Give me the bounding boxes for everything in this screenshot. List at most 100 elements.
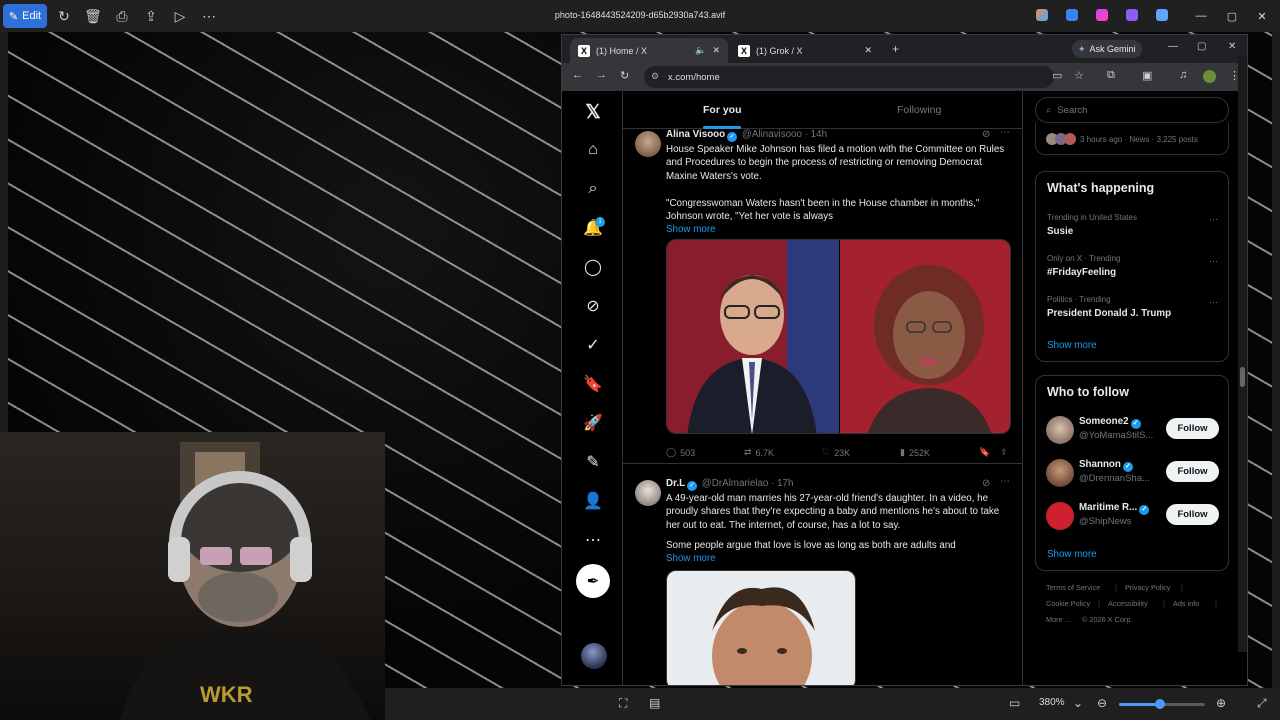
author-name[interactable]: Alina Visooo <box>666 129 725 140</box>
tweet-time[interactable]: · 17h <box>771 478 793 489</box>
zoom-in-icon[interactable]: ⊕ <box>1216 696 1226 710</box>
follow-name[interactable]: Someone2 ✓ <box>1079 416 1143 429</box>
tab-following[interactable]: Following <box>897 104 941 116</box>
app-icon[interactable] <box>1126 9 1138 21</box>
edit-button[interactable]: ✎ Edit <box>3 4 47 28</box>
post-button[interactable]: ✒ <box>576 564 610 598</box>
author-handle[interactable]: @DrAlmarielao <box>702 478 769 489</box>
author-name[interactable]: Dr.L <box>666 478 685 489</box>
like-button[interactable]: ♡ 23K <box>822 447 850 458</box>
avatar[interactable] <box>581 643 607 669</box>
address-bar[interactable]: ⚙ x.com/home <box>644 66 1054 88</box>
follow-button[interactable]: Follow <box>1166 461 1219 482</box>
search-icon[interactable]: ⌕ <box>581 177 605 201</box>
verified-icon[interactable]: ✓ <box>581 333 605 357</box>
grok-icon[interactable]: ⊘ <box>982 478 990 489</box>
messages-icon[interactable]: ◯ <box>581 255 605 279</box>
profile-avatar[interactable] <box>1203 70 1216 83</box>
site-info-icon[interactable]: ⚙ <box>651 71 659 82</box>
tweet-media[interactable] <box>666 570 856 685</box>
media-icon[interactable]: ♫ <box>1179 69 1187 81</box>
cloud-icon[interactable] <box>1156 9 1168 21</box>
views-button[interactable]: ▮ 252K <box>900 447 930 458</box>
forward-icon[interactable]: → <box>596 69 607 81</box>
footer-link[interactable]: Accessibility <box>1108 599 1148 608</box>
avatar[interactable] <box>1046 459 1074 487</box>
extensions-icon[interactable]: ⧉ <box>1107 69 1115 82</box>
cast-icon[interactable]: ▭ <box>1052 69 1062 82</box>
minimize-icon[interactable]: — <box>1168 41 1178 52</box>
maximize-icon[interactable]: ▢ <box>1197 41 1206 52</box>
aspect-icon[interactable]: ▭ <box>1009 696 1020 710</box>
app-icon[interactable] <box>1036 9 1048 21</box>
close-tab-icon[interactable]: ✕ <box>712 45 720 56</box>
tab-for-you[interactable]: For you <box>703 104 742 116</box>
app-icon[interactable] <box>1066 9 1078 21</box>
close-icon[interactable]: ✕ <box>1228 41 1236 52</box>
more-icon[interactable]: ⋯ <box>1209 256 1218 267</box>
fit-icon[interactable]: ⛶ <box>619 696 627 711</box>
footer-link[interactable]: More ... <box>1046 615 1071 624</box>
news-panel[interactable]: 3 hours ago · News · 3,225 posts <box>1035 123 1229 155</box>
footer-link[interactable]: Privacy Policy <box>1125 583 1170 592</box>
reload-icon[interactable]: ↻ <box>620 69 629 82</box>
tab-grok[interactable]: X (1) Grok / X ✕ <box>730 38 880 63</box>
new-tab-icon[interactable]: + <box>892 42 899 56</box>
grok-icon[interactable]: ⊘ <box>581 294 605 318</box>
trend-name[interactable]: President Donald J. Trump <box>1047 308 1171 319</box>
grok-icon[interactable]: ⊘ <box>982 129 990 140</box>
more-icon[interactable]: ⋯ <box>195 2 223 30</box>
delete-icon[interactable]: 🗑 <box>79 2 107 30</box>
x-logo-icon[interactable]: 𝕏 <box>581 100 605 124</box>
repost-button[interactable]: ⇄ 6.7K <box>744 447 774 458</box>
bookmark-star-icon[interactable]: ☆ <box>1074 69 1084 82</box>
follow-name[interactable]: Shannon ✓ <box>1079 459 1135 472</box>
print-icon[interactable]: ⎙ <box>108 2 136 30</box>
sidebar-icon[interactable]: ▣ <box>1142 69 1152 82</box>
tweet-time[interactable]: · 14h <box>805 129 827 140</box>
more-icon[interactable]: ⋯ <box>1209 214 1218 225</box>
footer-link[interactable]: Ads info <box>1173 599 1199 608</box>
trend-name[interactable]: #FridayFeeling <box>1047 267 1116 278</box>
scrollbar-thumb[interactable] <box>1240 367 1245 387</box>
page-scrollbar[interactable] <box>1238 56 1247 652</box>
reply-button[interactable]: ◯ 503 <box>666 447 695 458</box>
zoom-out-icon[interactable]: ⊖ <box>1097 696 1107 710</box>
compose-icon[interactable]: ✎ <box>581 450 605 474</box>
speaker-icon[interactable]: 🔈 <box>695 45 706 56</box>
ask-gemini-button[interactable]: ✦ Ask Gemini <box>1072 40 1142 58</box>
avatar[interactable] <box>1046 502 1074 530</box>
share-icon[interactable]: ⇪ <box>137 2 165 30</box>
tweet[interactable]: Dr.L ✓ @DrAlmarielao · 17h ⊘ ⋯ A 49-year-… <box>623 476 1022 685</box>
bookmarks-icon[interactable]: 🔖 <box>581 372 605 396</box>
show-more-link[interactable]: Show more <box>1047 340 1097 351</box>
avatar[interactable] <box>635 131 661 157</box>
show-more-link[interactable]: Show more <box>666 224 716 235</box>
more-icon[interactable]: ⋯ <box>581 528 605 552</box>
zoom-slider[interactable] <box>1119 699 1205 709</box>
chevron-down-icon[interactable]: ⌄ <box>1073 696 1083 710</box>
expand-icon[interactable]: ⤢ <box>1257 696 1267 711</box>
more-icon[interactable]: ⋯ <box>1209 297 1218 308</box>
rocket-icon[interactable]: 🚀 <box>581 411 605 435</box>
avatar[interactable] <box>635 480 661 506</box>
footer-link[interactable]: Cookie Policy <box>1046 599 1090 608</box>
search-input[interactable]: ⌕ Search <box>1035 97 1229 123</box>
rotate-icon[interactable]: ↻ <box>50 2 78 30</box>
close-tab-icon[interactable]: ✕ <box>864 45 872 56</box>
show-more-link[interactable]: Show more <box>666 553 716 564</box>
tweet[interactable]: Alina Visooo ✓ @Alinavisooo · 14h ⊘ ⋯ Hou… <box>623 127 1022 464</box>
tweet-media[interactable] <box>666 239 1011 434</box>
follow-name[interactable]: Maritime R... ✓ <box>1079 502 1151 515</box>
minimize-icon[interactable]: — <box>1186 6 1216 26</box>
share-icon[interactable]: ⇪ <box>1000 447 1008 458</box>
trend-name[interactable]: Susie <box>1047 226 1073 237</box>
author-handle[interactable]: @Alinavisooo <box>742 129 802 140</box>
avatar[interactable] <box>1046 416 1074 444</box>
home-icon[interactable]: ⌂ <box>581 138 605 162</box>
show-more-link[interactable]: Show more <box>1047 549 1097 560</box>
follow-button[interactable]: Follow <box>1166 504 1219 525</box>
app-icon[interactable] <box>1096 9 1108 21</box>
follow-button[interactable]: Follow <box>1166 418 1219 439</box>
tab-home[interactable]: X (1) Home / X 🔈 ✕ <box>570 38 728 63</box>
